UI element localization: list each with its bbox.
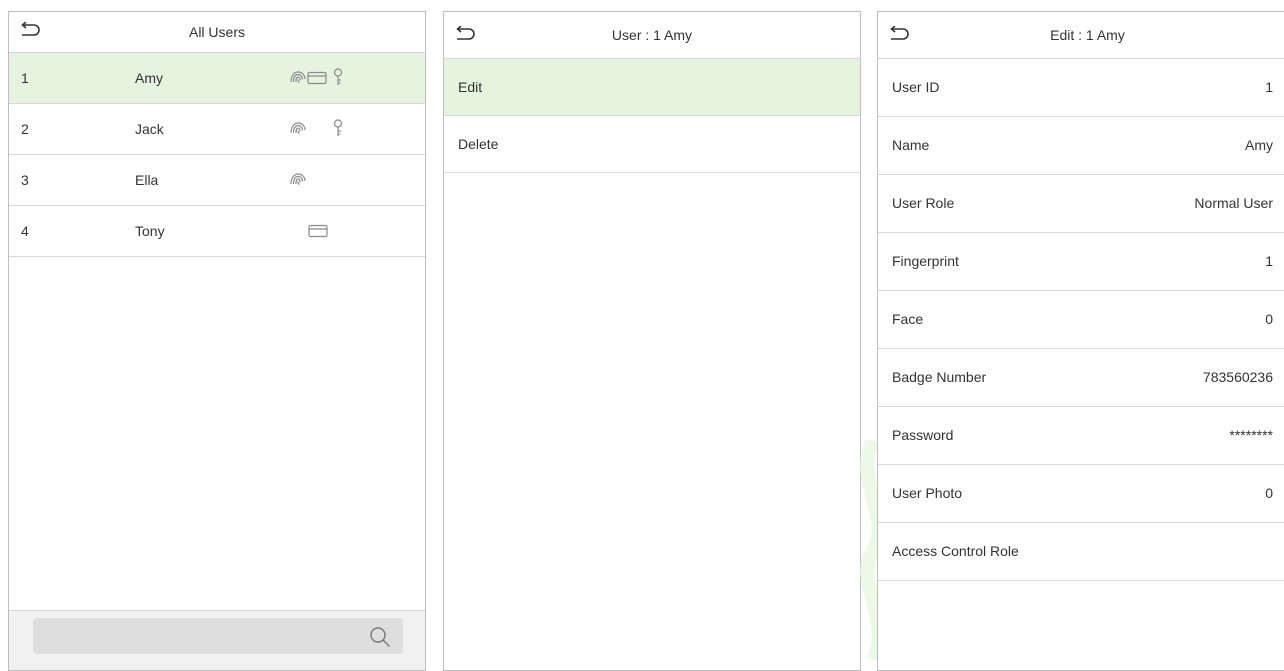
field-label: Name	[892, 137, 930, 153]
field-user-id[interactable]: User ID 1	[878, 59, 1284, 117]
field-user-role[interactable]: User Role Normal User	[878, 175, 1284, 233]
edit-user-panel: Edit : 1 Amy User ID 1 Name Amy User Rol…	[877, 11, 1284, 671]
user-menu-panel: User : 1 Amy Edit Delete	[443, 11, 861, 671]
key-icon	[332, 68, 344, 86]
field-password[interactable]: Password ********	[878, 407, 1284, 465]
page-title: All Users	[188, 24, 245, 40]
search-input[interactable]	[33, 618, 403, 654]
user-row[interactable]: 2 Jack	[9, 104, 425, 155]
search-icon[interactable]	[369, 626, 391, 648]
user-id: 3	[21, 172, 29, 188]
field-value: Amy	[1245, 137, 1273, 153]
card-icon	[307, 71, 327, 85]
card-icon	[308, 224, 328, 238]
user-menu-header: User : 1 Amy	[444, 12, 860, 59]
field-label: Password	[892, 427, 954, 443]
field-face[interactable]: Face 0	[878, 291, 1284, 349]
field-value: 783560236	[1202, 369, 1273, 385]
field-label: User ID	[892, 79, 940, 95]
fingerprint-icon	[289, 172, 307, 186]
field-label: Access Control Role	[892, 543, 1019, 559]
field-access-control-role[interactable]: Access Control Role	[878, 523, 1284, 581]
page-title: Edit : 1 Amy	[1050, 27, 1125, 43]
user-name: Amy	[135, 70, 163, 86]
page-title: User : 1 Amy	[611, 27, 693, 43]
edit-user-header: Edit : 1 Amy	[878, 12, 1284, 59]
menu-item-edit[interactable]: Edit	[444, 59, 860, 116]
field-badge-number[interactable]: Badge Number 783560236	[878, 349, 1284, 407]
all-users-panel: All Users 1 Amy 2 Jack 3 Ella 4 Tony	[8, 11, 426, 671]
field-value: 0	[1265, 311, 1273, 327]
field-value: ********	[1229, 427, 1273, 443]
field-user-photo[interactable]: User Photo 0	[878, 465, 1284, 523]
field-name[interactable]: Name Amy	[878, 117, 1284, 175]
key-icon	[332, 119, 344, 137]
field-label: Fingerprint	[892, 253, 959, 269]
user-name: Tony	[135, 223, 165, 239]
search-bar	[9, 610, 425, 670]
fingerprint-icon	[289, 121, 307, 135]
user-name: Jack	[135, 121, 164, 137]
menu-item-delete[interactable]: Delete	[444, 116, 860, 173]
field-fingerprint[interactable]: Fingerprint 1	[878, 233, 1284, 291]
user-row[interactable]: 3 Ella	[9, 155, 425, 206]
field-label: User Photo	[892, 485, 963, 501]
user-row[interactable]: 4 Tony	[9, 206, 425, 257]
field-label: Face	[892, 311, 924, 327]
field-value: 1	[1265, 79, 1273, 95]
fingerprint-icon	[289, 70, 307, 84]
user-row[interactable]: 1 Amy	[9, 53, 425, 104]
user-id: 2	[21, 121, 29, 137]
user-id: 4	[21, 223, 29, 239]
field-value: 0	[1265, 485, 1273, 501]
field-value: 1	[1265, 253, 1273, 269]
field-label: Badge Number	[892, 369, 987, 385]
user-name: Ella	[135, 172, 159, 188]
field-value: Normal User	[1194, 195, 1273, 211]
field-label: User Role	[892, 195, 955, 211]
all-users-header: All Users	[9, 12, 425, 53]
user-id: 1	[21, 70, 29, 86]
